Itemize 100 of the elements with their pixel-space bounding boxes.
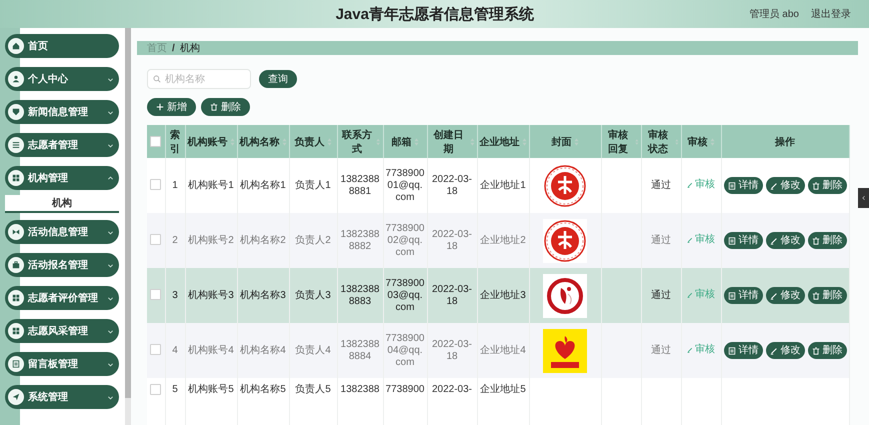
menu-item[interactable]: 首页	[5, 34, 119, 58]
status-cell: 通过	[641, 213, 681, 268]
plus-icon	[156, 103, 164, 111]
sort-icon[interactable]	[282, 138, 286, 146]
sort-icon[interactable]	[230, 138, 234, 146]
detail-button[interactable]: 详情	[724, 342, 762, 359]
document-icon	[728, 182, 736, 190]
search-field[interactable]: 机构名称	[147, 69, 251, 89]
sort-icon[interactable]	[522, 138, 526, 146]
submenu-item[interactable]: 机构	[5, 195, 119, 213]
sort-icon[interactable]	[376, 138, 380, 146]
table-cell: 机构名称4	[237, 323, 289, 378]
document-icon	[728, 292, 736, 300]
breadcrumb-item: 机构	[180, 42, 200, 55]
trash-icon	[812, 292, 820, 300]
shield-icon	[12, 108, 20, 116]
table-cell: 机构账号5	[185, 378, 237, 425]
column-header: 索引	[169, 128, 181, 156]
sort-icon[interactable]	[710, 138, 714, 146]
table-cell: 企业地址5	[477, 378, 529, 425]
add-button[interactable]: 新增	[147, 98, 196, 116]
status-cell: 通过	[641, 268, 681, 323]
table-cell: 13823888881	[337, 158, 383, 213]
user-label: 管理员 abo	[750, 8, 799, 21]
status-cell: 通过	[641, 323, 681, 378]
table-cell: 负责人1	[289, 158, 337, 213]
table-cell: 机构账号4	[185, 323, 237, 378]
home-icon	[12, 42, 20, 50]
table-cell: 773890002@qq.com	[383, 213, 427, 268]
column-header: 联系方式	[340, 128, 373, 156]
search-icon	[153, 75, 161, 83]
sort-icon[interactable]	[470, 138, 474, 146]
table-cell: 机构名称1	[237, 158, 289, 213]
sort-icon[interactable]	[326, 138, 332, 146]
row-checkbox[interactable]	[150, 289, 162, 300]
table-cell: 773890001@qq.com	[383, 158, 427, 213]
pencil-icon	[687, 237, 693, 243]
delete-button[interactable]: 删除	[808, 342, 846, 359]
menu-item[interactable]: 活动信息管理	[5, 220, 119, 244]
menu-item[interactable]: 机构管理	[5, 166, 119, 190]
edit-button[interactable]: 修改	[766, 342, 804, 359]
menu-item[interactable]: 志愿者管理	[5, 133, 119, 157]
menu-item[interactable]: 活动报名管理	[5, 253, 119, 277]
column-header: 审核状态	[646, 128, 670, 156]
table-cell: 13823888882	[337, 213, 383, 268]
table-cell: 企业地址1	[477, 158, 529, 213]
delete-button[interactable]: 删除	[201, 98, 250, 116]
column-header: 审核回复	[607, 128, 630, 156]
column-header: 企业地址	[480, 136, 520, 148]
briefcase-icon	[12, 261, 20, 269]
grid-icon	[12, 327, 20, 335]
column-header: 操作	[775, 136, 795, 148]
table-cell: 企业地址4	[477, 323, 529, 378]
column-header: 创建日期	[432, 128, 465, 156]
table-cell: 1382388	[337, 378, 383, 425]
column-header: 审核	[688, 135, 708, 148]
column-header: 机构名称	[240, 136, 280, 148]
table-cell: 13823888883	[337, 268, 383, 323]
table-cell: 773890003@qq.com	[383, 268, 427, 323]
detail-button[interactable]: 详情	[724, 287, 762, 304]
grid-icon	[12, 174, 20, 182]
column-header: 负责人	[294, 136, 324, 148]
grid-icon	[12, 294, 20, 302]
pencil-icon	[770, 236, 778, 244]
menu-item[interactable]: 留言板管理	[5, 352, 119, 376]
scrollbar-thumb[interactable]	[125, 28, 131, 398]
column-header: 机构账号	[188, 136, 228, 148]
menu-item[interactable]: 系统管理	[5, 385, 119, 409]
document-icon	[728, 236, 736, 244]
row-checkbox[interactable]	[150, 179, 162, 190]
table-cell: 7738900	[383, 378, 427, 425]
delete-button[interactable]: 删除	[808, 177, 846, 194]
row-checkbox[interactable]	[150, 344, 162, 356]
edit-button[interactable]: 修改	[766, 287, 804, 304]
select-all-checkbox[interactable]	[150, 136, 162, 147]
menu-item[interactable]: 志愿者评价管理	[5, 286, 119, 310]
pencil-icon	[687, 292, 693, 298]
table-cell: 2022-03-	[427, 378, 477, 425]
table-cell: 2022-03-18	[427, 323, 477, 378]
table-cell: 企业地址2	[477, 213, 529, 268]
delete-button[interactable]: 删除	[808, 232, 846, 249]
trash-icon	[812, 236, 820, 244]
pencil-icon	[770, 292, 778, 300]
search-button[interactable]: 查询	[259, 70, 297, 88]
menu-item[interactable]: 志愿风采管理	[5, 319, 119, 343]
table-cell: 2022-03-18	[427, 213, 477, 268]
sort-icon[interactable]	[414, 138, 418, 146]
menu-item[interactable]: 新闻信息管理	[5, 100, 119, 124]
row-checkbox[interactable]	[150, 234, 162, 246]
collapse-tab[interactable]	[858, 188, 869, 208]
edit-button[interactable]: 修改	[766, 177, 804, 194]
row-checkbox[interactable]	[150, 384, 162, 395]
detail-button[interactable]: 详情	[724, 232, 762, 249]
detail-button[interactable]: 详情	[724, 177, 762, 194]
menu-item[interactable]: 个人中心	[5, 67, 119, 91]
logout-link[interactable]: 退出登录	[811, 7, 851, 21]
delete-button[interactable]: 删除	[808, 287, 846, 304]
table-cell: 2022-03-18	[427, 158, 477, 213]
edit-button[interactable]: 修改	[766, 232, 804, 249]
sort-icon[interactable]	[574, 138, 578, 146]
